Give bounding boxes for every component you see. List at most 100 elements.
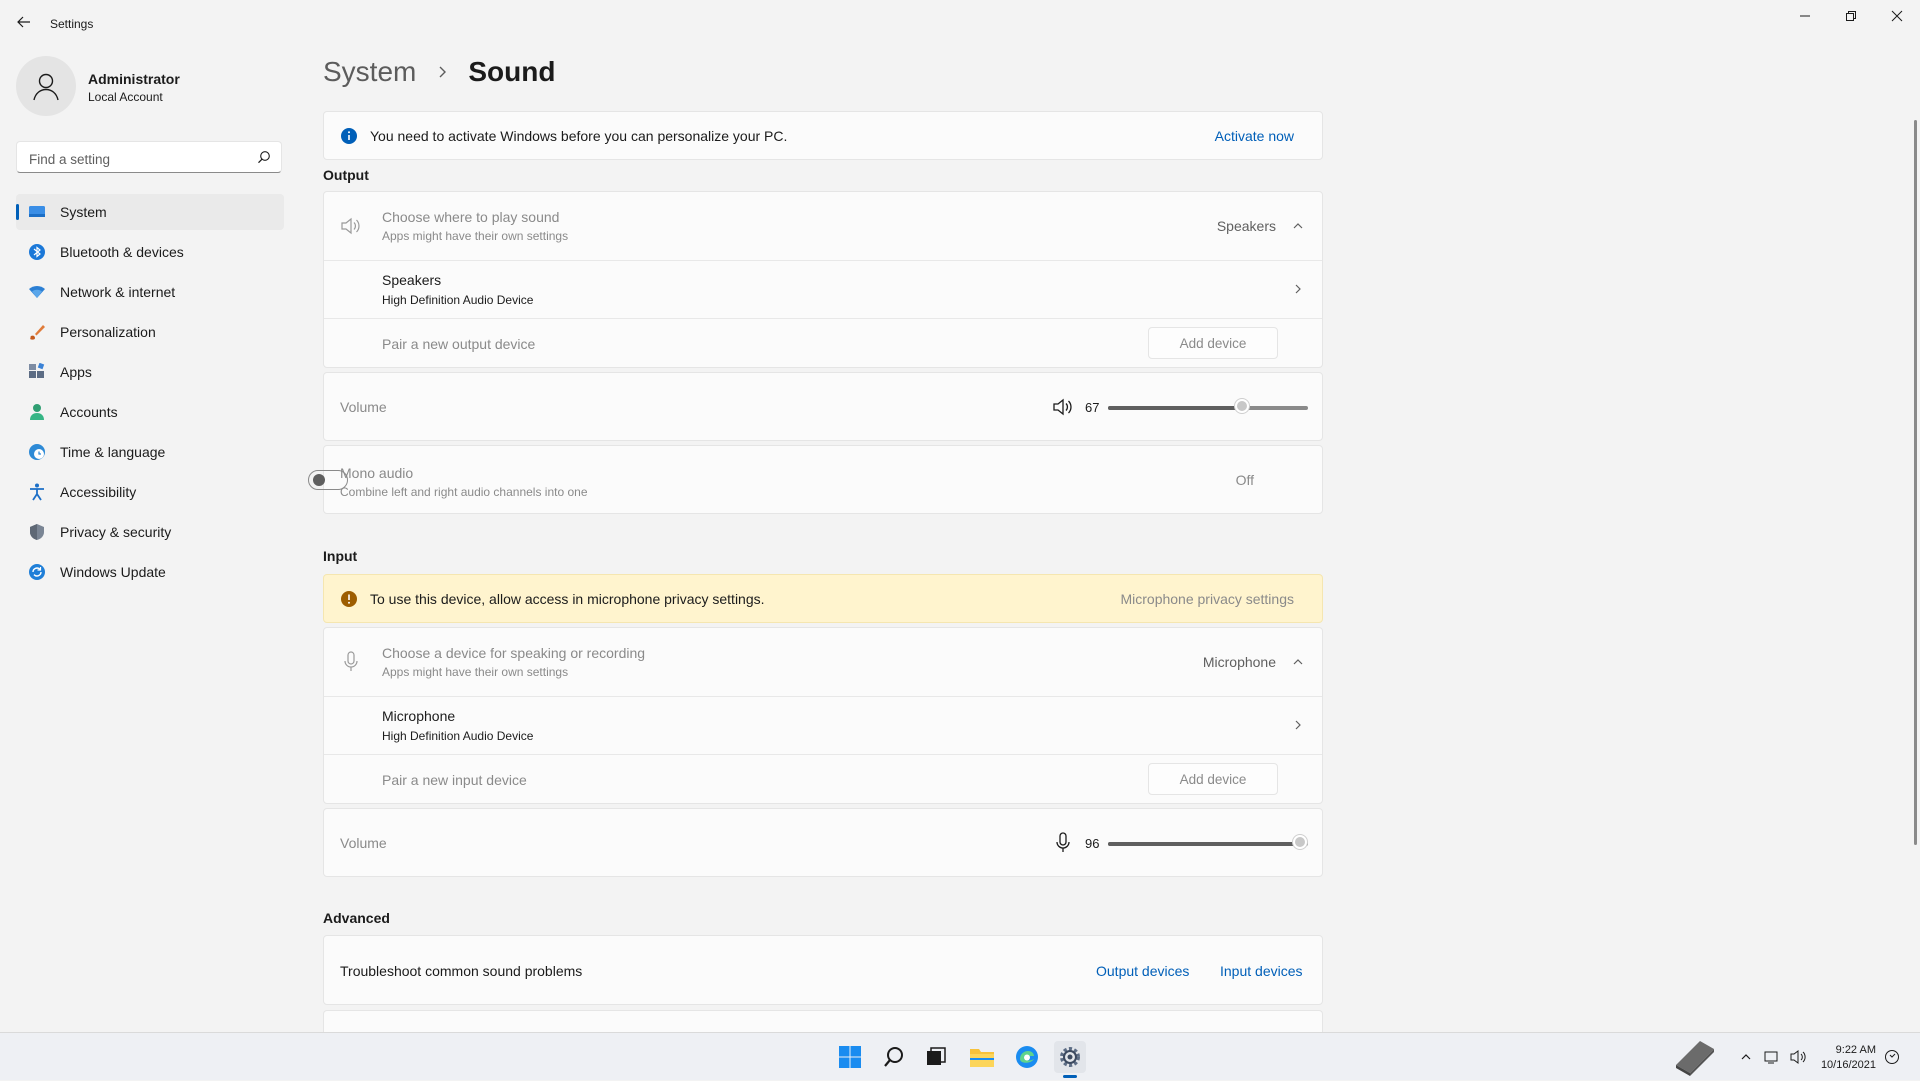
microphone-privacy-link[interactable]: Microphone privacy settings (1120, 591, 1294, 607)
input-pair-label: Pair a new input device (382, 772, 527, 788)
restore-button[interactable] (1828, 0, 1874, 32)
activation-banner: You need to activate Windows before you … (323, 111, 1323, 160)
troubleshoot-row: Troubleshoot common sound problems Outpu… (323, 935, 1323, 1005)
input-pair-row: Pair a new input device Add device (324, 755, 1322, 803)
brush-icon (28, 323, 46, 341)
breadcrumb-parent[interactable]: System (323, 56, 416, 88)
mono-audio-title: Mono audio (340, 465, 414, 481)
task-view-icon[interactable] (920, 1041, 952, 1073)
output-device-group: Choose where to play sound Apps might ha… (323, 191, 1323, 368)
start-icon[interactable] (834, 1041, 866, 1073)
input-choose-title: Choose a device for speaking or recordin… (382, 645, 646, 661)
vertical-scrollbar[interactable] (1914, 120, 1917, 845)
input-choose-row[interactable]: Choose a device for speaking or recordin… (324, 628, 1322, 697)
sidebar-item-accounts[interactable]: Accounts (16, 394, 284, 430)
microphone-icon[interactable] (1055, 832, 1071, 854)
edge-icon[interactable] (1011, 1041, 1043, 1073)
search-box[interactable] (16, 141, 282, 173)
input-volume-row: Volume 96 (323, 808, 1323, 877)
sidebar-item-personalization[interactable]: Personalization (16, 314, 284, 350)
output-volume-slider[interactable] (1108, 399, 1308, 413)
sidebar-item-bluetooth[interactable]: Bluetooth & devices (16, 234, 284, 270)
input-device-name: Microphone (382, 708, 456, 724)
system-clock[interactable]: 9:22 AM 10/16/2021 (1821, 1043, 1876, 1073)
output-choose-row[interactable]: Choose where to play sound Apps might ha… (324, 192, 1322, 261)
system-icon (28, 203, 46, 221)
sidebar-item-label: Bluetooth & devices (60, 244, 184, 260)
arrow-left-icon (17, 16, 30, 28)
notification-icon[interactable] (1884, 1033, 1900, 1081)
microphone-privacy-message: To use this device, allow access in micr… (370, 591, 765, 607)
output-section-title: Output (323, 167, 369, 183)
output-device-type: High Definition Audio Device (382, 293, 534, 307)
wifi-icon (28, 283, 46, 301)
minimize-button[interactable] (1782, 0, 1828, 32)
input-volume-thumb[interactable] (1293, 835, 1307, 849)
chevron-up-icon[interactable] (1292, 656, 1304, 668)
sidebar-item-system[interactable]: System (16, 194, 284, 230)
file-explorer-icon[interactable] (966, 1041, 998, 1073)
close-button[interactable] (1874, 0, 1920, 32)
next-card-partial (323, 1010, 1323, 1032)
input-device-group: Choose a device for speaking or recordin… (323, 627, 1323, 804)
speaker-icon (340, 216, 362, 236)
volume-icon[interactable] (1052, 397, 1074, 417)
output-volume-fill (1108, 406, 1242, 410)
output-pair-label: Pair a new output device (382, 336, 536, 352)
mono-audio-subtitle: Combine left and right audio channels in… (340, 485, 588, 499)
output-devices-link[interactable]: Output devices (1096, 963, 1189, 979)
sidebar-item-label: Windows Update (60, 564, 166, 580)
sidebar-item-privacy[interactable]: Privacy & security (16, 514, 284, 550)
chevron-right-icon (1292, 283, 1304, 295)
sidebar-item-apps[interactable]: Apps (16, 354, 284, 390)
output-choose-subtitle: Apps might have their own settings (382, 229, 569, 243)
sidebar-item-label: Privacy & security (60, 524, 172, 540)
output-device-row[interactable]: Speakers High Definition Audio Device (324, 261, 1322, 319)
shield-icon (28, 523, 46, 541)
chevron-right-icon (1292, 719, 1304, 731)
taskbar: 9:22 AM 10/16/2021 (0, 1032, 1920, 1080)
volume-icon[interactable] (1790, 1049, 1808, 1065)
active-app-indicator (1063, 1075, 1077, 1078)
input-devices-link[interactable]: Input devices (1220, 963, 1303, 979)
output-device-name: Speakers (382, 272, 442, 288)
user-icon (33, 73, 59, 101)
search-input[interactable] (27, 148, 251, 170)
output-choose-title: Choose where to play sound (382, 209, 560, 225)
input-device-row[interactable]: Microphone High Definition Audio Device (324, 697, 1322, 755)
input-selected-device: Microphone (1202, 654, 1276, 670)
close-icon (1891, 10, 1903, 22)
sidebar-item-time-language[interactable]: Time & language (16, 434, 284, 470)
microphone-icon (343, 651, 359, 673)
back-button[interactable] (12, 10, 36, 34)
output-selected-device: Speakers (1216, 218, 1276, 234)
output-volume-row: Volume 67 (323, 372, 1323, 441)
chevron-up-icon[interactable] (1740, 1051, 1752, 1063)
input-volume-slider[interactable] (1108, 835, 1308, 849)
mono-audio-row: Mono audio Combine left and right audio … (308, 445, 1323, 514)
sidebar-item-label: System (60, 204, 107, 220)
sidebar-item-label: Time & language (60, 444, 166, 460)
sidebar-item-accessibility[interactable]: Accessibility (16, 474, 284, 510)
search-icon[interactable] (878, 1041, 910, 1073)
network-icon[interactable] (1764, 1049, 1780, 1065)
activate-now-link[interactable]: Activate now (1215, 128, 1294, 144)
mono-audio-toggle[interactable] (308, 470, 348, 490)
bluetooth-icon (28, 243, 46, 261)
add-output-device-button[interactable]: Add device (1148, 327, 1278, 359)
settings-icon[interactable] (1054, 1041, 1086, 1073)
output-volume-thumb[interactable] (1235, 399, 1249, 413)
input-volume-label: Volume (340, 835, 387, 851)
person-icon (28, 403, 46, 421)
page-title: Sound (468, 56, 556, 87)
info-icon (340, 127, 358, 145)
add-input-device-button[interactable]: Add device (1148, 763, 1278, 795)
tray-icons (1740, 1033, 1808, 1081)
sidebar-item-network[interactable]: Network & internet (16, 274, 284, 310)
sidebar-item-windows-update[interactable]: Windows Update (16, 554, 284, 590)
account-name: Administrator (88, 71, 180, 87)
output-pair-row: Pair a new output device Add device (324, 319, 1322, 367)
sidebar-item-label: Apps (60, 364, 92, 380)
minimize-icon (1800, 15, 1810, 17)
chevron-up-icon[interactable] (1292, 220, 1304, 232)
